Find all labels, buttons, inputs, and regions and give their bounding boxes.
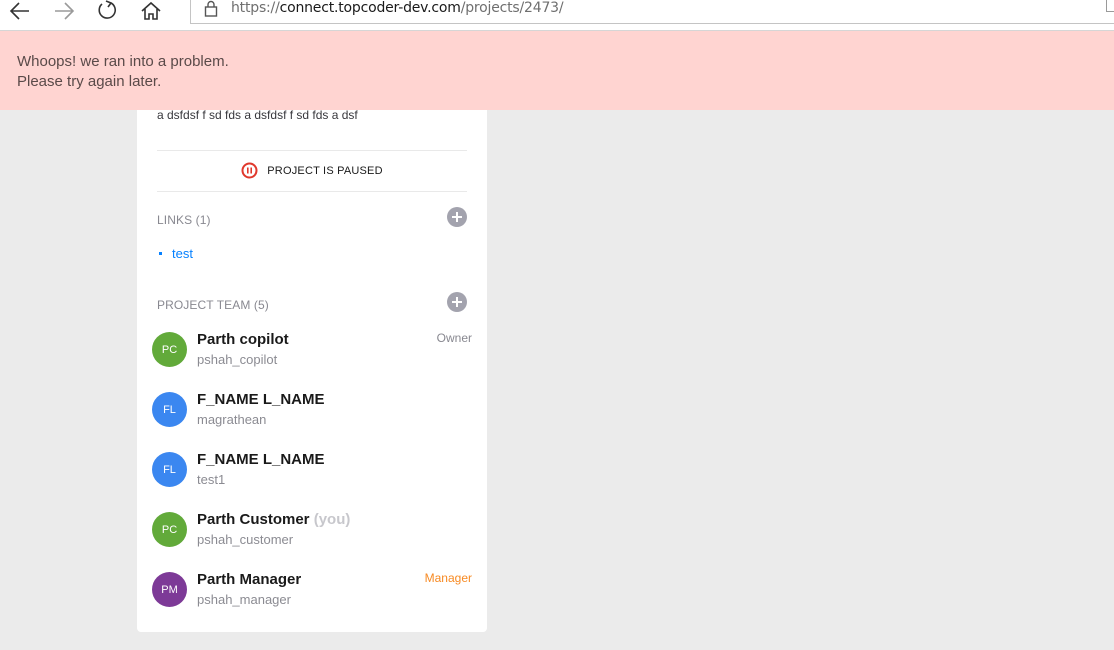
project-info-card: a dsfdsf f sd fds a dsfdsf f sd fds a ds… bbox=[137, 80, 487, 632]
member-name-text: Parth Manager bbox=[197, 571, 302, 588]
member-handle: pshah_copilot bbox=[197, 352, 278, 367]
home-button[interactable] bbox=[135, 0, 167, 22]
lock-icon bbox=[204, 0, 218, 17]
member-name-text: F_NAME L_NAME bbox=[197, 451, 325, 468]
refresh-button[interactable] bbox=[91, 0, 123, 22]
pause-icon bbox=[241, 162, 258, 179]
member-name: Parth copilot bbox=[197, 331, 289, 348]
avatar: PC bbox=[152, 512, 187, 547]
url-host: connect.topcoder-dev.com bbox=[279, 0, 461, 16]
back-arrow-icon bbox=[9, 2, 29, 20]
add-team-member-button[interactable] bbox=[447, 292, 467, 312]
reading-view-icon[interactable] bbox=[1106, 0, 1114, 12]
url-path: /projects/2473/ bbox=[460, 0, 564, 16]
member-role-badge: Owner bbox=[436, 331, 472, 345]
team-member[interactable]: PC Parth Customer (you) pshah_customer bbox=[152, 511, 472, 562]
links-section-title: LINKS (1) bbox=[157, 213, 211, 227]
team-member[interactable]: FL F_NAME L_NAME magrathean bbox=[152, 391, 472, 442]
member-name: F_NAME L_NAME bbox=[197, 451, 325, 468]
avatar: PM bbox=[152, 572, 187, 607]
member-name: Parth Customer (you) bbox=[197, 511, 350, 528]
url-text: https://connect.topcoder-dev.com/project… bbox=[231, 0, 564, 16]
address-bar[interactable]: https://connect.topcoder-dev.com/project… bbox=[190, 0, 1114, 24]
member-handle: pshah_manager bbox=[197, 592, 291, 607]
back-button[interactable] bbox=[4, 0, 36, 22]
member-handle: pshah_customer bbox=[197, 532, 294, 547]
member-name-text: F_NAME L_NAME bbox=[197, 391, 325, 408]
member-handle: test1 bbox=[197, 472, 226, 487]
error-banner: Whoops! we ran into a problem. Please tr… bbox=[0, 31, 1114, 110]
avatar: PC bbox=[152, 332, 187, 367]
link-test[interactable]: test bbox=[172, 246, 193, 261]
member-name-text: Parth Customer bbox=[197, 511, 310, 528]
member-name: Parth Manager bbox=[197, 571, 301, 588]
browser-toolbar: https://connect.topcoder-dev.com/project… bbox=[0, 0, 1114, 31]
forward-button[interactable] bbox=[48, 0, 80, 22]
add-link-button[interactable] bbox=[447, 207, 467, 227]
forward-arrow-icon bbox=[55, 2, 75, 20]
error-message-line2: Please try again later. bbox=[17, 73, 162, 90]
member-handle: magrathean bbox=[197, 412, 267, 427]
project-description: a dsfdsf f sd fds a dsfdsf f sd fds a ds… bbox=[157, 108, 358, 122]
team-section-title: PROJECT TEAM (5) bbox=[157, 298, 269, 312]
you-label: (you) bbox=[313, 511, 351, 528]
team-member[interactable]: PM Parth Manager pshah_manager Manager bbox=[152, 571, 472, 622]
team-member[interactable]: FL F_NAME L_NAME test1 bbox=[152, 451, 472, 502]
team-member[interactable]: PC Parth copilot pshah_copilot Owner bbox=[152, 331, 472, 382]
member-name-text: Parth copilot bbox=[197, 331, 289, 348]
link-item[interactable]: test bbox=[159, 246, 193, 261]
url-scheme: https:// bbox=[231, 0, 280, 16]
home-icon bbox=[141, 1, 161, 20]
divider bbox=[157, 191, 467, 192]
bullet-icon bbox=[159, 252, 162, 255]
avatar: FL bbox=[152, 392, 187, 427]
refresh-icon bbox=[98, 0, 117, 19]
avatar: FL bbox=[152, 452, 187, 487]
member-role-badge: Manager bbox=[424, 571, 472, 585]
project-status-label: PROJECT IS PAUSED bbox=[267, 164, 383, 177]
member-name: F_NAME L_NAME bbox=[197, 391, 325, 408]
project-status: PROJECT IS PAUSED bbox=[137, 150, 487, 191]
error-message-line1: Whoops! we ran into a problem. bbox=[17, 53, 229, 70]
